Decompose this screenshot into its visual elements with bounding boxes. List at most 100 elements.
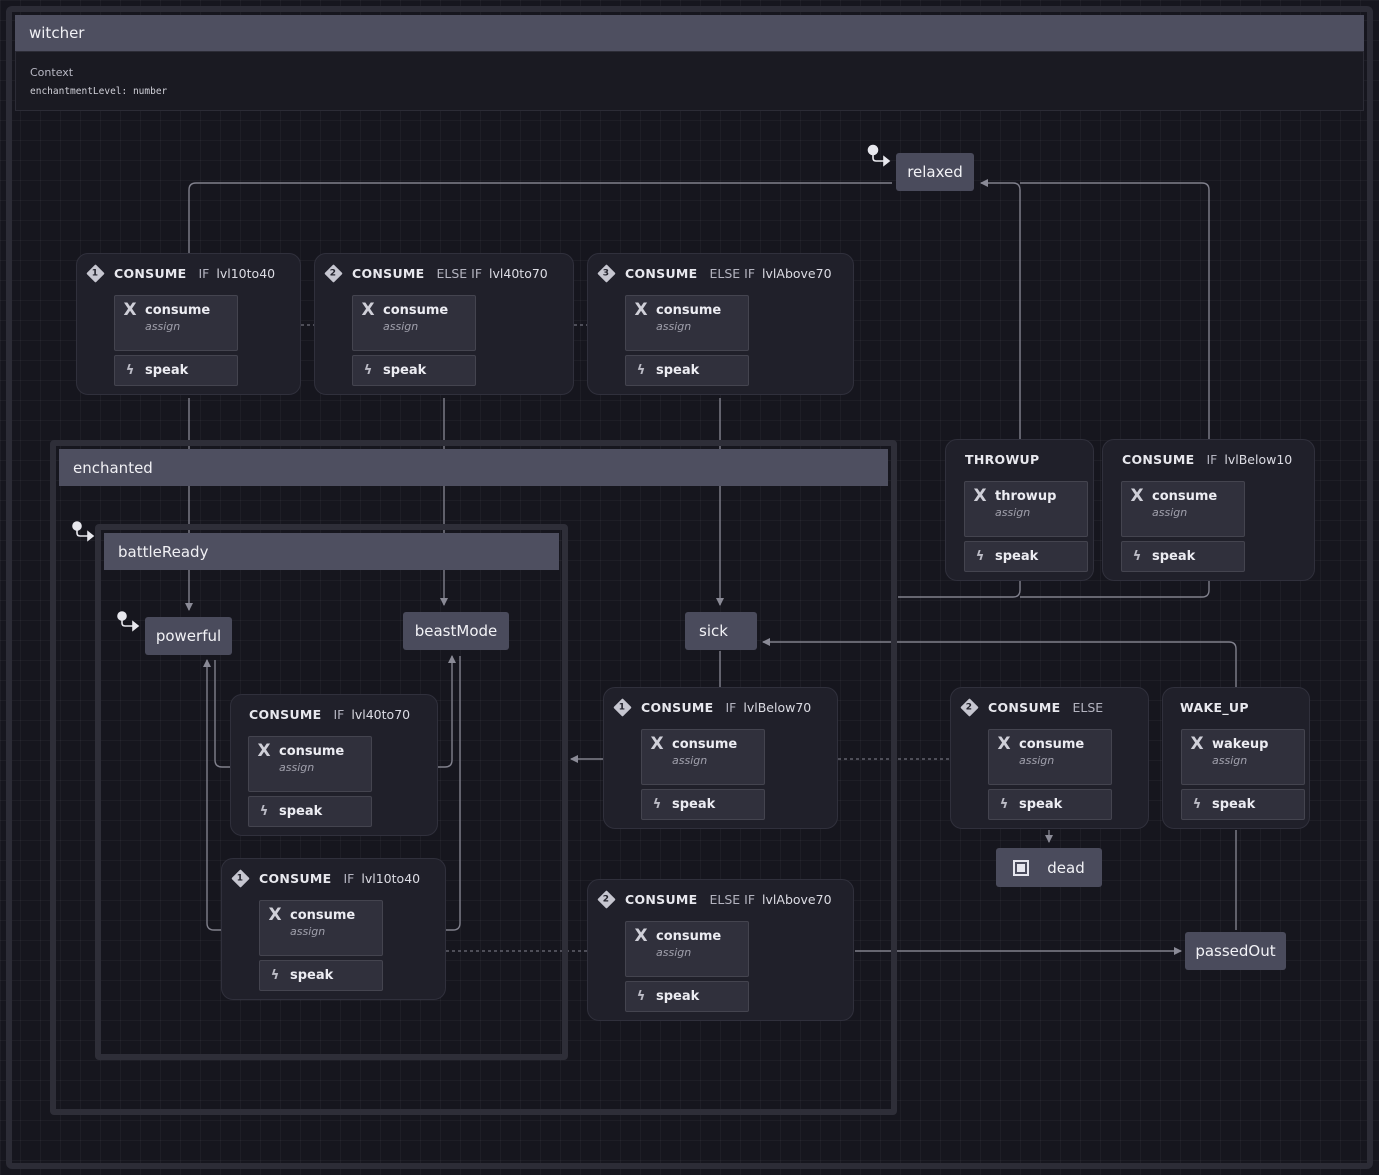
event-name: THROWUP (965, 451, 1040, 467)
action-assign[interactable]: Xconsume assign (625, 921, 749, 977)
transition-header: 3 CONSUME ELSE IF lvlAbove70 (597, 263, 832, 283)
state-passedout[interactable]: passedOut (1185, 932, 1286, 970)
effect-name: speak (279, 803, 323, 819)
action-effect[interactable]: ϟ speak (641, 789, 765, 820)
bolt-icon: ϟ (363, 362, 373, 378)
effect-name: speak (656, 988, 700, 1004)
action-type: assign (656, 946, 692, 959)
action-name: wakeup (1212, 736, 1269, 752)
state-dead-label: dead (1047, 858, 1085, 877)
transition-header: 2 CONSUME ELSE (960, 697, 1104, 717)
bolt-icon: ϟ (999, 796, 1009, 812)
guard-name: lvl40to70 (489, 265, 548, 281)
state-enchanted-header: enchanted (59, 449, 888, 486)
transition-consume-40to70[interactable]: CONSUME IF lvl40to70 Xconsume assign ϟ sp… (230, 694, 438, 836)
action-effect[interactable]: ϟ speak (259, 960, 383, 991)
priority-badge: 3 (597, 263, 616, 283)
x-assign-icon: X (361, 300, 375, 320)
transition-wake-up[interactable]: WAKE_UP Xwakeup assign ϟ speak (1162, 687, 1310, 829)
action-assign[interactable]: Xwakeup assign (1181, 729, 1305, 785)
priority-badge: 2 (597, 889, 616, 909)
effect-name: speak (145, 362, 189, 378)
action-assign[interactable]: Xconsume assign (625, 295, 749, 351)
bolt-icon: ϟ (652, 796, 662, 812)
bolt-icon: ϟ (270, 967, 280, 983)
guard-keyword: IF (725, 699, 737, 715)
event-name: CONSUME (352, 265, 425, 281)
action-effect[interactable]: ϟ speak (352, 355, 476, 386)
guard-keyword: IF (333, 706, 345, 722)
action-name: consume (672, 736, 738, 752)
transition-consume-1[interactable]: 1 CONSUME IF lvl10to40 Xconsume assign ϟ… (76, 253, 301, 395)
priority-badge: 2 (960, 697, 979, 717)
action-assign[interactable]: Xconsume assign (259, 900, 383, 956)
action-type: assign (290, 925, 326, 938)
action-effect[interactable]: ϟ speak (625, 355, 749, 386)
x-assign-icon: X (1130, 486, 1144, 506)
state-powerful[interactable]: powerful (145, 617, 232, 655)
transition-consume-2[interactable]: 2 CONSUME ELSE IF lvl40to70 Xconsume ass… (314, 253, 574, 395)
action-effect[interactable]: ϟ speak (1181, 789, 1305, 820)
machine-title: witcher (15, 15, 1364, 51)
state-beastmode[interactable]: beastMode (403, 612, 509, 650)
transition-consume-10to40[interactable]: 1 CONSUME IF lvl10to40 Xconsume assign ϟ… (221, 858, 446, 1000)
bolt-icon: ϟ (259, 803, 269, 819)
action-type: assign (1152, 506, 1188, 519)
transition-throwup[interactable]: THROWUP Xthrowup assign ϟ speak (945, 439, 1094, 581)
bolt-icon: ϟ (636, 362, 646, 378)
action-type: assign (995, 506, 1031, 519)
action-assign[interactable]: Xconsume assign (352, 295, 476, 351)
priority-badge: 1 (86, 263, 105, 283)
state-sick[interactable]: sick (685, 612, 757, 650)
transition-consume-else[interactable]: 2 CONSUME ELSE Xconsume assign ϟ speak (950, 687, 1149, 829)
transition-consume-below70[interactable]: 1 CONSUME IF lvlBelow70 Xconsume assign … (603, 687, 838, 829)
action-effect[interactable]: ϟ speak (248, 796, 372, 827)
x-assign-icon: X (268, 905, 282, 925)
context-field: enchantmentLevel: number (30, 86, 168, 97)
machine-name: witcher (29, 24, 85, 42)
guard-keyword: ELSE IF (709, 891, 756, 907)
guard-name: lvl10to40 (361, 870, 421, 886)
transition-header: CONSUME IF lvl40to70 (249, 705, 410, 723)
guard-keyword: IF (1206, 451, 1218, 467)
action-assign[interactable]: Xconsume assign (248, 736, 372, 792)
action-name: consume (290, 907, 356, 923)
action-assign[interactable]: Xthrowup assign (964, 481, 1088, 537)
action-effect[interactable]: ϟ speak (964, 541, 1088, 572)
event-name: CONSUME (249, 706, 322, 722)
effect-name: speak (656, 362, 700, 378)
transition-header: THROWUP (965, 450, 1039, 468)
event-name: CONSUME (114, 265, 187, 281)
transition-header: 1 CONSUME IF lvl10to40 (86, 263, 276, 283)
state-relaxed[interactable]: relaxed (896, 153, 974, 191)
guard-name: lvlBelow70 (743, 699, 812, 715)
bolt-icon: ϟ (125, 362, 135, 378)
action-name: consume (383, 302, 449, 318)
guard-name: lvl10to40 (216, 265, 276, 281)
action-name: consume (279, 743, 345, 759)
action-assign[interactable]: Xconsume assign (1121, 481, 1245, 537)
transition-header: 2 CONSUME ELSE IF lvl40to70 (324, 263, 548, 283)
action-effect[interactable]: ϟ speak (1121, 541, 1245, 572)
action-assign[interactable]: Xconsume assign (641, 729, 765, 785)
action-assign[interactable]: Xconsume assign (988, 729, 1112, 785)
action-type: assign (656, 320, 692, 333)
state-dead[interactable]: dead (996, 848, 1102, 887)
event-name: CONSUME (259, 870, 332, 886)
action-effect[interactable]: ϟ speak (114, 355, 238, 386)
guard-keyword: ELSE IF (709, 265, 756, 281)
action-name: consume (656, 928, 722, 944)
action-assign[interactable]: Xconsume assign (114, 295, 238, 351)
action-effect[interactable]: ϟ speak (988, 789, 1112, 820)
transition-consume-3[interactable]: 3 CONSUME ELSE IF lvlAbove70 Xconsume as… (587, 253, 854, 395)
context-title: Context (30, 66, 74, 79)
action-name: throwup (995, 488, 1057, 504)
state-battleready-label: battleReady (118, 542, 209, 561)
transition-consume-above70[interactable]: 2 CONSUME ELSE IF lvlAbove70 Xconsume as… (587, 879, 854, 1021)
x-assign-icon: X (997, 734, 1011, 754)
guard-keyword: ELSE (1072, 699, 1104, 715)
transition-consume-below10[interactable]: CONSUME IF lvlBelow10 Xconsume assign ϟs… (1102, 439, 1315, 581)
guard-name: lvlAbove70 (762, 265, 832, 281)
action-effect[interactable]: ϟ speak (625, 981, 749, 1012)
bolt-icon: ϟ (636, 988, 646, 1004)
